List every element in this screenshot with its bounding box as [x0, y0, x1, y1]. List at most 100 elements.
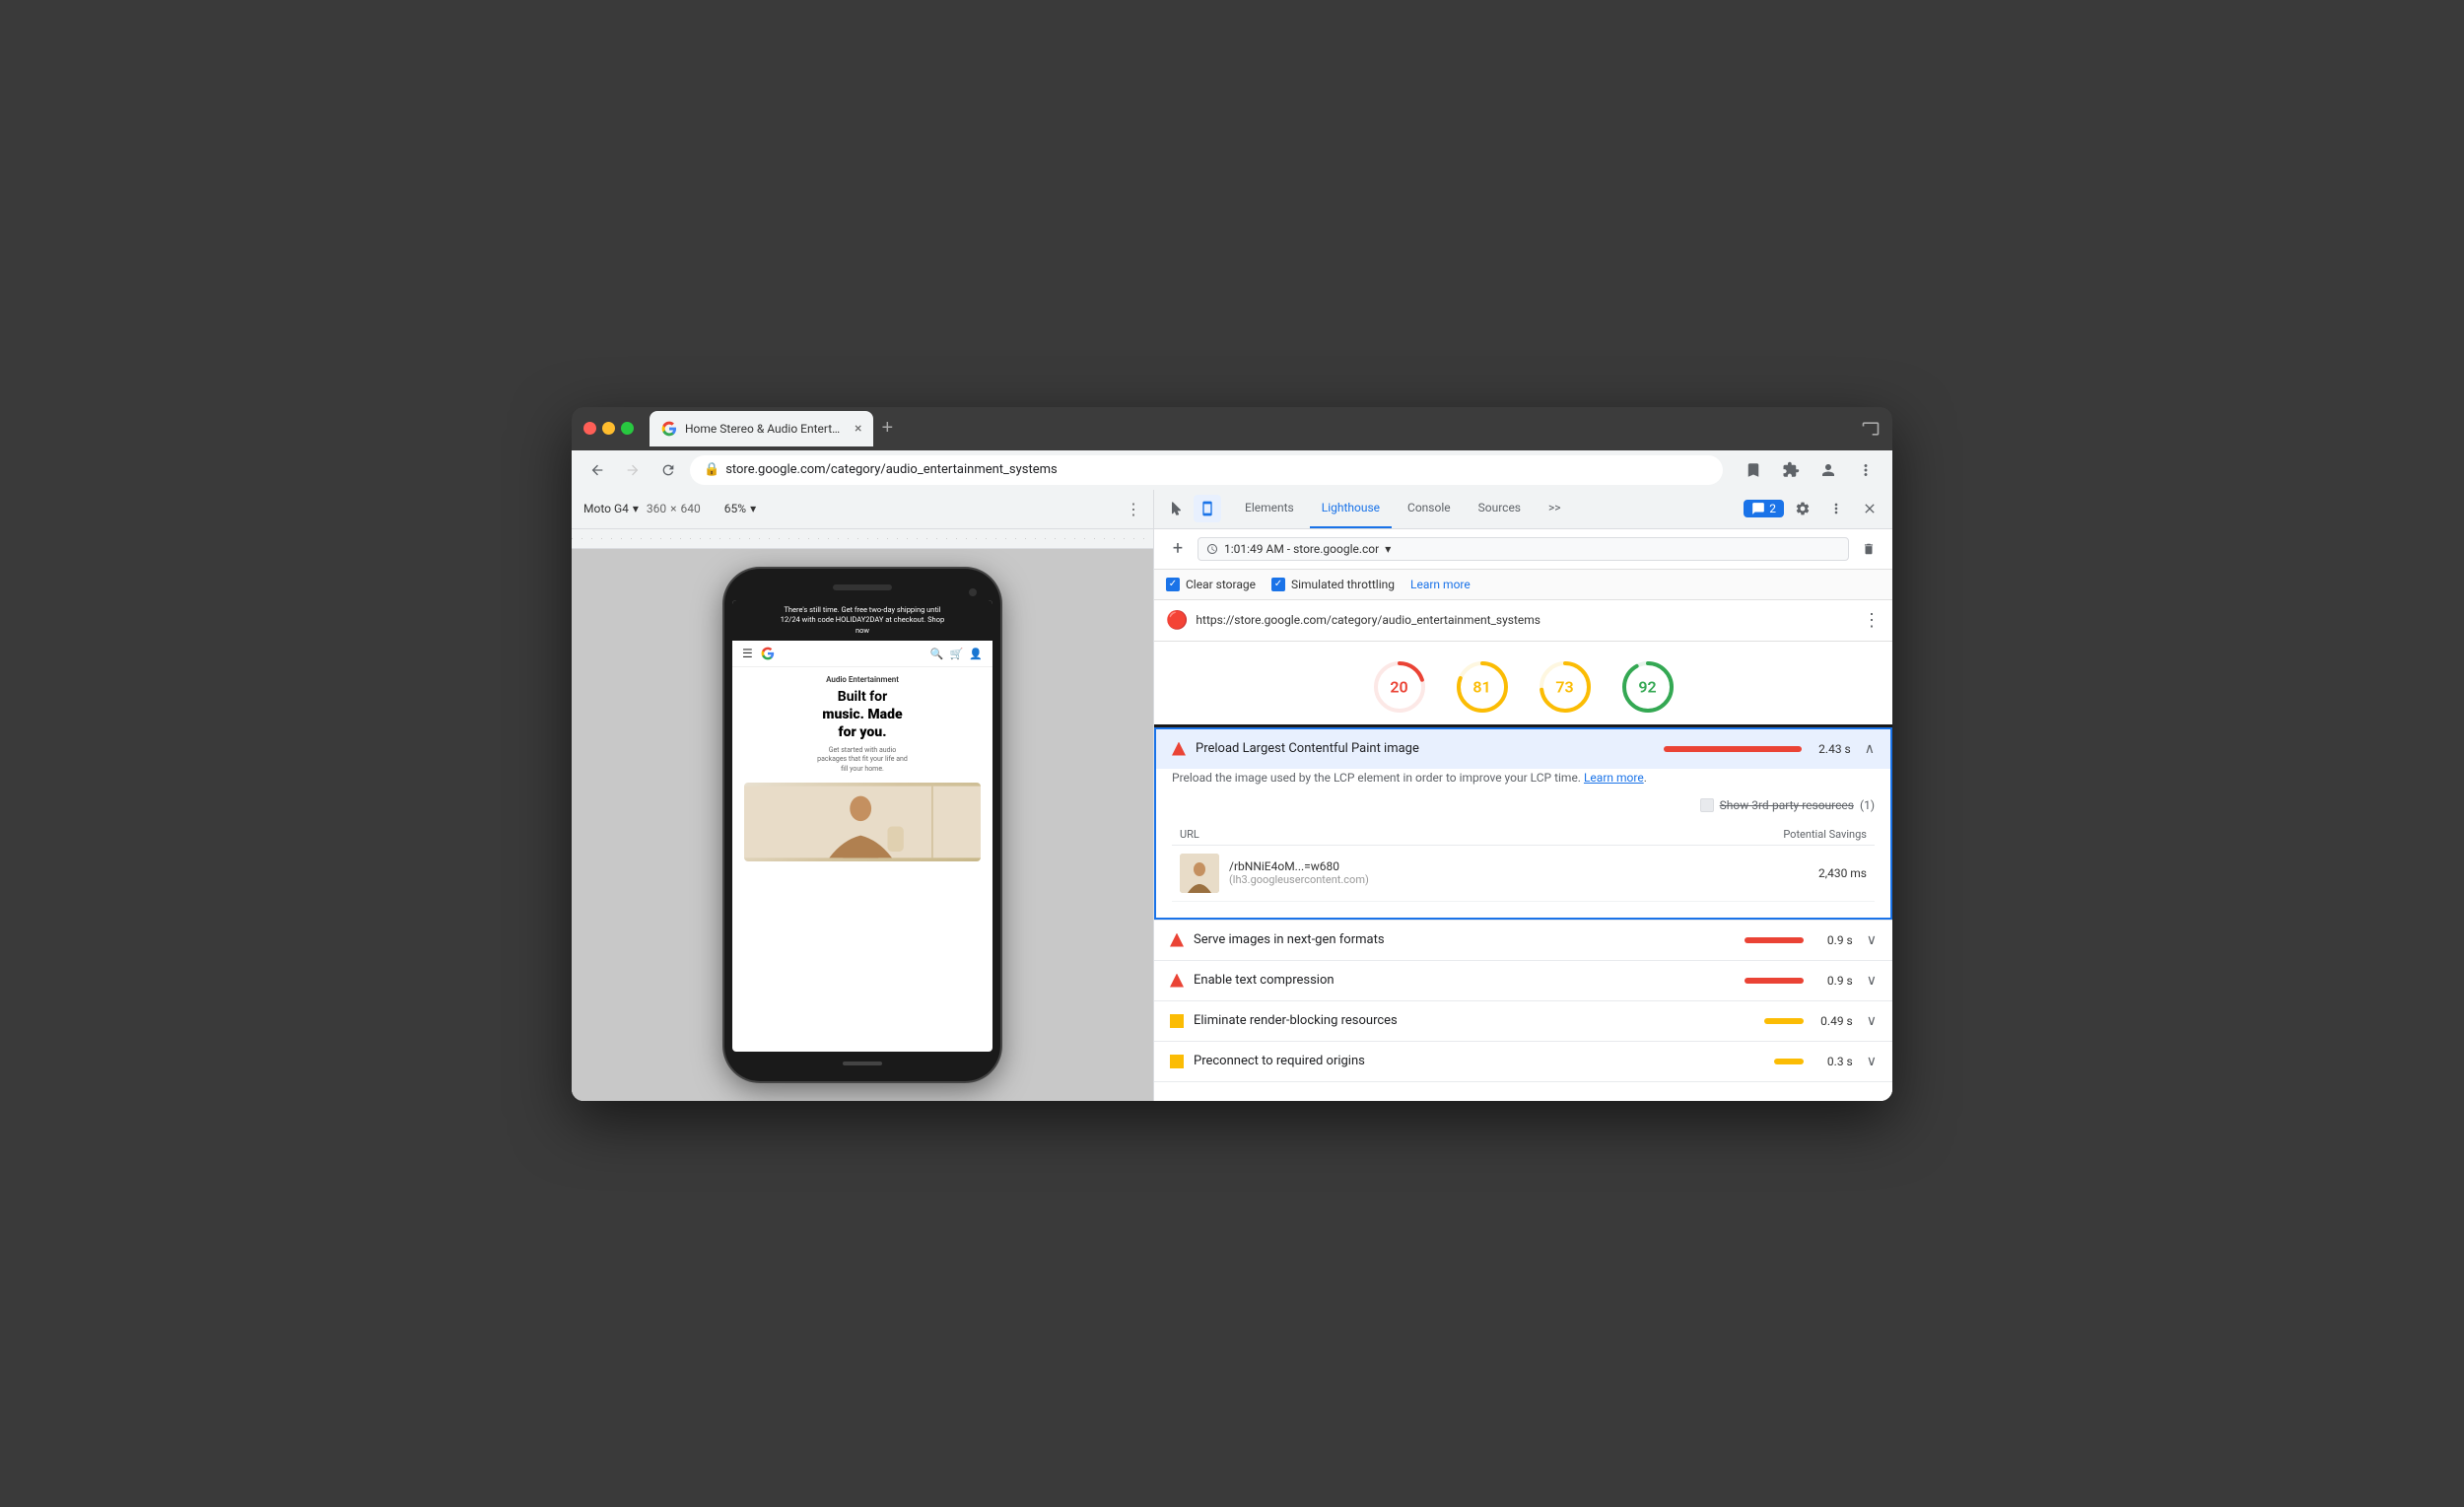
- audit-preconnect-header[interactable]: Preconnect to required origins 0.3 s ∨: [1154, 1042, 1892, 1081]
- audit-text-compression-header[interactable]: Enable text compression 0.9 s ∨: [1154, 961, 1892, 1000]
- audit-render-blocking-header[interactable]: Eliminate render-blocking resources 0.49…: [1154, 1001, 1892, 1041]
- audit-preload-lcp-bar-container: [1664, 746, 1802, 752]
- score-ring-seo: 92: [1618, 657, 1677, 717]
- audit-savings: 2,430 ms: [1818, 866, 1867, 880]
- score-ring-performance: 20: [1370, 657, 1429, 717]
- lighthouse-header: + 1:01:49 AM - store.google.cor ▾: [1154, 529, 1892, 570]
- audit-preload-lcp-header[interactable]: Preload Largest Contentful Paint image 2…: [1154, 727, 1892, 769]
- audit-preload-lcp-bar: [1664, 746, 1802, 752]
- audit-next-gen-bar-container: [1745, 937, 1804, 943]
- clear-storage-checkbox[interactable]: ✓ Clear storage: [1166, 578, 1256, 591]
- devtools-more-button[interactable]: [1821, 494, 1851, 523]
- audit-preconnect: Preconnect to required origins 0.3 s ∨: [1154, 1042, 1892, 1082]
- refresh-button[interactable]: [654, 456, 682, 484]
- audit-preload-lcp-title: Preload Largest Contentful Paint image: [1196, 741, 1654, 756]
- throttling-checkbox[interactable]: ✓ Simulated throttling: [1271, 578, 1395, 591]
- audit-text-compression: Enable text compression 0.9 s ∨: [1154, 961, 1892, 1001]
- lighthouse-scores: 20 81: [1154, 642, 1892, 727]
- device-selector[interactable]: Moto G4 ▾: [583, 502, 639, 515]
- title-bar: Home Stereo & Audio Entertain... × +: [572, 407, 1892, 450]
- active-tab[interactable]: Home Stereo & Audio Entertain... ×: [650, 411, 873, 446]
- audit-render-blocking-medium-icon: [1170, 1014, 1184, 1028]
- score-ring-best-practices: 73: [1536, 657, 1595, 717]
- devtools-device-icon[interactable]: [1194, 495, 1221, 522]
- audit-next-gen-chevron[interactable]: ∨: [1867, 932, 1877, 948]
- devtools-close-button[interactable]: [1855, 494, 1884, 523]
- throttling-learn-more[interactable]: Learn more: [1410, 578, 1471, 591]
- tab-sources[interactable]: Sources: [1467, 489, 1533, 528]
- new-tab-button[interactable]: +: [877, 413, 897, 444]
- audit-url-main: /rbNNiE4oM...=w680: [1229, 859, 1809, 873]
- audit-next-gen-bar: [1745, 937, 1804, 943]
- tab-elements[interactable]: Elements: [1233, 489, 1306, 528]
- throttling-label: Simulated throttling: [1291, 578, 1395, 591]
- lighthouse-clear-button[interactable]: [1857, 537, 1881, 561]
- viewport-dimensions: 360 × 640: [647, 502, 701, 515]
- devtools-cursor-icon[interactable]: [1162, 495, 1190, 522]
- clear-storage-label: Clear storage: [1186, 578, 1256, 591]
- audit-next-gen: Serve images in next-gen formats 0.9 s ∨: [1154, 921, 1892, 961]
- extension-button[interactable]: [1776, 455, 1806, 485]
- zoom-selector[interactable]: 65% ▾: [724, 502, 756, 515]
- score-performance: 20: [1370, 657, 1429, 717]
- profile-button[interactable]: [1814, 455, 1843, 485]
- lighthouse-audit-warning-icon: 🔴: [1166, 610, 1188, 631]
- close-button[interactable]: [583, 422, 596, 435]
- window-controls: [1861, 419, 1881, 439]
- device-toolbar-more[interactable]: ⋮: [1126, 500, 1141, 518]
- minimize-button[interactable]: [602, 422, 615, 435]
- audit-text-compression-time: 0.9 s: [1814, 974, 1853, 988]
- hero-image-svg: [744, 783, 981, 861]
- lighthouse-options: ✓ Clear storage ✓ Simulated throttling L…: [1154, 570, 1892, 600]
- hero-line3: for you.: [839, 724, 887, 740]
- tab-console[interactable]: Console: [1396, 489, 1463, 528]
- lighthouse-audit-more-button[interactable]: ⋮: [1863, 610, 1881, 631]
- maximize-button[interactable]: [621, 422, 634, 435]
- score-value-best-practices: 73: [1555, 677, 1573, 696]
- url-bar[interactable]: 🔒 store.google.com/category/audio_entert…: [690, 455, 1723, 485]
- audit-preconnect-chevron[interactable]: ∨: [1867, 1054, 1877, 1069]
- show-3rd-checkbox[interactable]: [1700, 798, 1714, 812]
- audit-preload-lcp: Preload Largest Contentful Paint image 2…: [1154, 727, 1892, 921]
- audit-next-gen-header[interactable]: Serve images in next-gen formats 0.9 s ∨: [1154, 921, 1892, 960]
- phone-hero-subtitle: Get started with audio packages that fit…: [744, 746, 981, 775]
- devtools-icons: [1162, 495, 1221, 522]
- audit-warn-icon: [1172, 742, 1186, 756]
- traffic-lights: [583, 422, 634, 435]
- score-value-seo: 92: [1638, 677, 1656, 696]
- forward-button[interactable]: [619, 456, 647, 484]
- lighthouse-url-selector[interactable]: 1:01:49 AM - store.google.cor ▾: [1198, 537, 1849, 561]
- audit-preload-lcp-expanded: Preload the image used by the LCP elemen…: [1154, 769, 1892, 920]
- audit-text-compression-chevron[interactable]: ∨: [1867, 973, 1877, 989]
- phone-home-indicator: [843, 1062, 882, 1065]
- devtools-panel: Elements Lighthouse Console Sources >>: [1153, 490, 1892, 1101]
- audit-preload-lcp-learn-more[interactable]: Learn more: [1584, 771, 1644, 785]
- score-value-accessibility: 81: [1472, 677, 1490, 696]
- chat-icon: [1751, 502, 1765, 515]
- audit-render-blocking-time: 0.49 s: [1814, 1014, 1853, 1028]
- url-right-actions: [1739, 455, 1881, 485]
- lighthouse-timestamp: 1:01:49 AM - store.google.cor: [1224, 542, 1379, 556]
- devtools-tabs: Elements Lighthouse Console Sources >>: [1154, 490, 1892, 529]
- audit-url-column: /rbNNiE4oM...=w680 (lh3.googleuserconten…: [1229, 859, 1809, 886]
- phone-screen: There's still time. Get free two-day shi…: [732, 600, 992, 1052]
- lighthouse-add-button[interactable]: +: [1166, 537, 1190, 561]
- timestamp-chevron: ▾: [1385, 542, 1391, 556]
- chrome-menu-button[interactable]: [1851, 455, 1881, 485]
- audit-preload-lcp-chevron[interactable]: ∧: [1865, 741, 1875, 757]
- audit-render-blocking-chevron[interactable]: ∨: [1867, 1013, 1877, 1029]
- tab-lighthouse[interactable]: Lighthouse: [1310, 489, 1392, 528]
- audit-render-blocking: Eliminate render-blocking resources 0.49…: [1154, 1001, 1892, 1042]
- score-accessibility: 81: [1453, 657, 1512, 717]
- phone-section-title: Audio Entertainment: [744, 675, 981, 684]
- devtools-settings-button[interactable]: [1788, 494, 1817, 523]
- audit-thumbnail: [1180, 854, 1219, 893]
- audit-next-gen-time: 0.9 s: [1814, 933, 1853, 947]
- lighthouse-audit-url: 🔴 https://store.google.com/category/audi…: [1154, 600, 1892, 642]
- tab-more[interactable]: >>: [1537, 489, 1573, 528]
- tab-close-button[interactable]: ×: [855, 421, 861, 437]
- bookmark-button[interactable]: [1739, 455, 1768, 485]
- notifications-badge[interactable]: 2: [1744, 500, 1784, 517]
- back-button[interactable]: [583, 456, 611, 484]
- audit-table-row: /rbNNiE4oM...=w680 (lh3.googleuserconten…: [1172, 846, 1875, 902]
